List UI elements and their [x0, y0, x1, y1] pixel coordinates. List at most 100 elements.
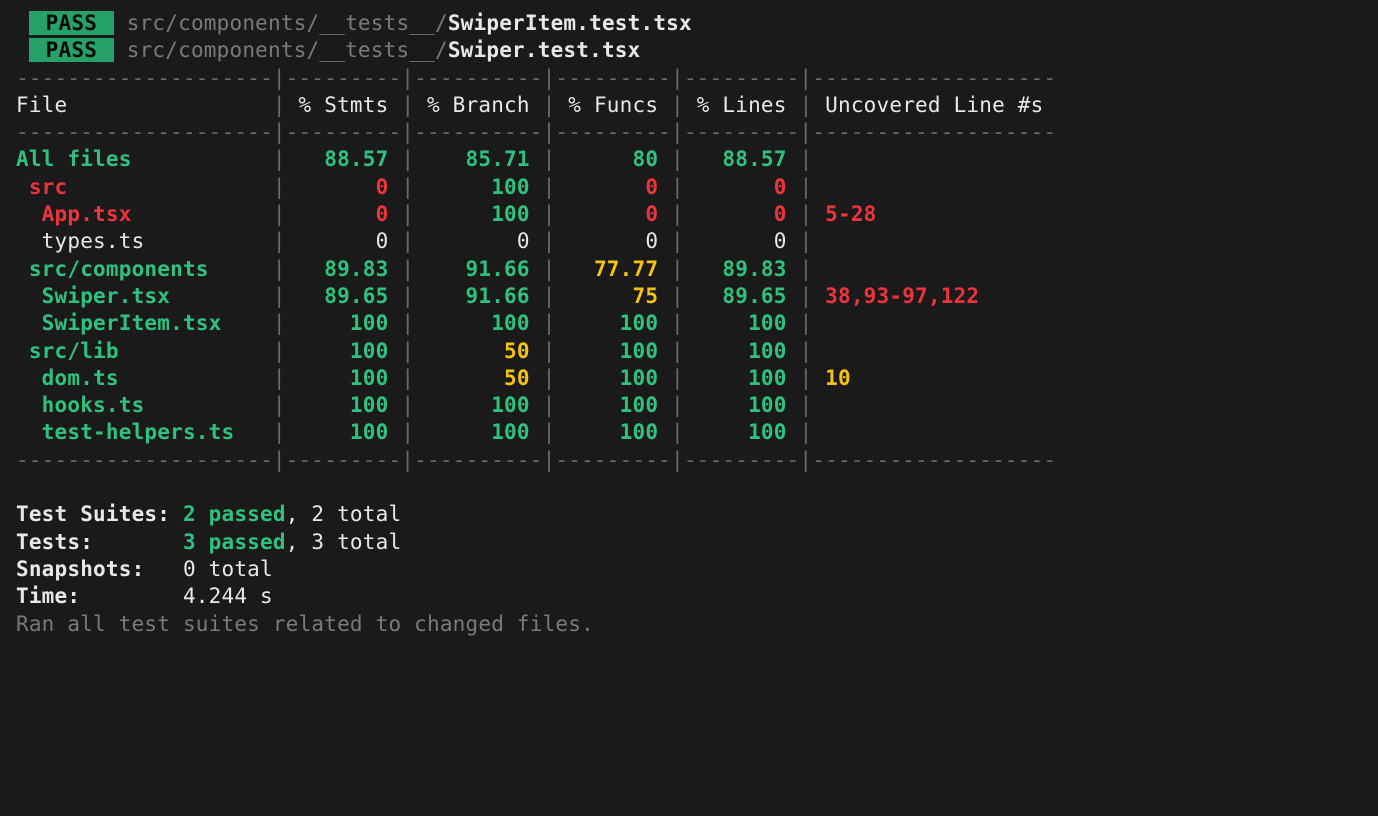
border: |: [671, 93, 684, 117]
border: |: [543, 257, 556, 281]
border: |: [273, 284, 286, 308]
col-funcs: % Funcs: [555, 93, 671, 117]
summary-time-value: 4.244 s: [183, 584, 273, 608]
funcs-val: 0: [555, 229, 671, 253]
file-name: All files: [16, 147, 273, 171]
border: |: [273, 339, 286, 363]
branch-val: 100: [414, 393, 542, 417]
border: |: [401, 175, 414, 199]
border: |: [401, 366, 414, 390]
lines-val: 88.57: [684, 147, 800, 171]
border: |: [401, 420, 414, 444]
summary-time-label: Time:: [16, 584, 183, 608]
border: |: [273, 229, 286, 253]
stmts-val: 100: [286, 366, 402, 390]
test-filename: Swiper.test.tsx: [448, 38, 641, 62]
border: |: [273, 202, 286, 226]
funcs-val: 80: [555, 147, 671, 171]
col-stmts: % Stmts: [286, 93, 402, 117]
branch-val: 100: [414, 311, 542, 335]
stmts-val: 88.57: [286, 147, 402, 171]
border: |: [671, 147, 684, 171]
border: |: [401, 257, 414, 281]
test-path: src/components/__tests__/: [127, 11, 448, 35]
uncovered-val: [825, 393, 1056, 417]
border: |: [543, 366, 556, 390]
border: |: [671, 311, 684, 335]
uncovered-val: [825, 339, 1056, 363]
funcs-val: 77.77: [555, 257, 671, 281]
funcs-val: 100: [555, 420, 671, 444]
border: |: [273, 366, 286, 390]
branch-val: 100: [414, 420, 542, 444]
border: |: [401, 284, 414, 308]
col-file: File: [16, 93, 273, 117]
border: |: [671, 420, 684, 444]
uncovered-val: 38,93-97,122: [825, 284, 1056, 308]
table-border: --------------------|---------|---------…: [16, 66, 1056, 90]
lines-val: 100: [684, 420, 800, 444]
branch-val: 91.66: [414, 284, 542, 308]
stmts-val: 0: [286, 229, 402, 253]
lines-val: 100: [684, 366, 800, 390]
uncovered-val: [825, 175, 1056, 199]
summary-snapshots-label: Snapshots:: [16, 557, 183, 581]
pass-badge: PASS: [29, 11, 114, 35]
col-branch: % Branch: [414, 93, 542, 117]
border: |: [401, 93, 414, 117]
uncovered-val: 10: [825, 366, 1056, 390]
uncovered-val: [825, 420, 1056, 444]
border: |: [543, 93, 556, 117]
file-name: App.tsx: [16, 202, 273, 226]
border: |: [401, 339, 414, 363]
stmts-val: 89.65: [286, 284, 402, 308]
file-name: hooks.ts: [16, 393, 273, 417]
border: |: [401, 147, 414, 171]
funcs-val: 100: [555, 311, 671, 335]
border: |: [273, 393, 286, 417]
border: |: [273, 257, 286, 281]
summary-tests-total: , 3 total: [286, 530, 402, 554]
col-lines: % Lines: [684, 93, 800, 117]
branch-val: 50: [414, 339, 542, 363]
border: |: [799, 420, 812, 444]
border: |: [273, 147, 286, 171]
border: |: [543, 339, 556, 363]
file-name: test-helpers.ts: [16, 420, 273, 444]
border: |: [543, 175, 556, 199]
stmts-val: 100: [286, 311, 402, 335]
lines-val: 89.83: [684, 257, 800, 281]
border: |: [543, 393, 556, 417]
border: |: [273, 420, 286, 444]
branch-val: 100: [414, 202, 542, 226]
branch-val: 50: [414, 366, 542, 390]
lines-val: 100: [684, 339, 800, 363]
summary-footer: Ran all test suites related to changed f…: [16, 612, 594, 636]
stmts-val: 100: [286, 393, 402, 417]
test-path: src/components/__tests__/: [127, 38, 448, 62]
stmts-val: 89.83: [286, 257, 402, 281]
border: |: [799, 202, 812, 226]
border: |: [799, 366, 812, 390]
border: |: [401, 393, 414, 417]
file-name: src/lib: [16, 339, 273, 363]
file-name: types.ts: [16, 229, 273, 253]
lines-val: 0: [684, 175, 800, 199]
stmts-val: 100: [286, 339, 402, 363]
table-border: --------------------|---------|---------…: [16, 448, 1056, 472]
border: |: [543, 202, 556, 226]
test-filename: SwiperItem.test.tsx: [448, 11, 692, 35]
summary-tests-passed: 3 passed: [183, 530, 286, 554]
file-name: Swiper.tsx: [16, 284, 273, 308]
border: |: [273, 311, 286, 335]
border: |: [671, 339, 684, 363]
border: |: [543, 147, 556, 171]
summary-suites-label: Test Suites:: [16, 502, 183, 526]
summary-snapshots-value: 0 total: [183, 557, 273, 581]
funcs-val: 100: [555, 366, 671, 390]
col-uncovered: Uncovered Line #s: [812, 93, 1056, 117]
lines-val: 89.65: [684, 284, 800, 308]
file-name: dom.ts: [16, 366, 273, 390]
uncovered-val: [825, 311, 1056, 335]
border: |: [671, 393, 684, 417]
